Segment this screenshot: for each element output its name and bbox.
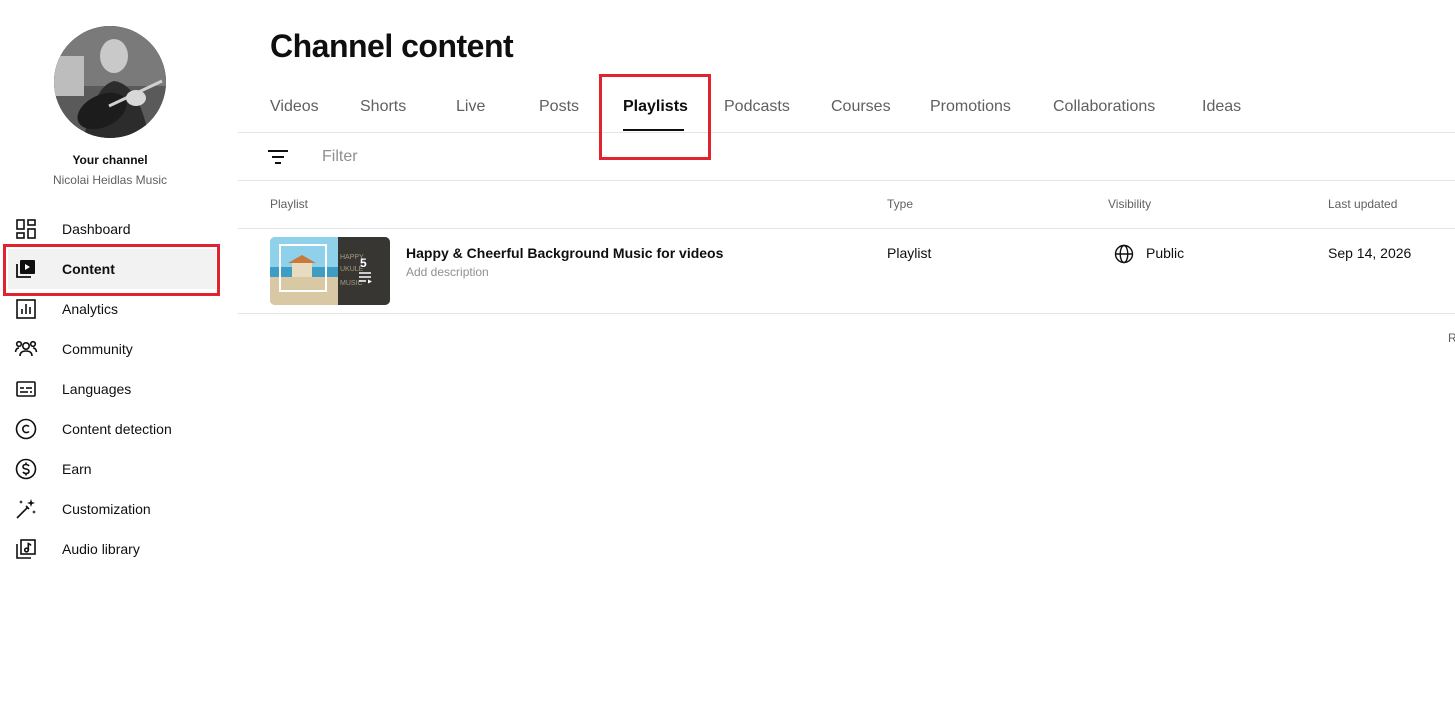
highlight-box-playlists-tab	[599, 74, 711, 160]
playlist-thumbnail[interactable]: HAPPY UKULE MUSIC 5	[270, 237, 390, 305]
sidebar: Your channel Nicolai Heidlas Music Dashb…	[0, 0, 238, 704]
sidebar-item-earn[interactable]: Earn	[0, 449, 238, 489]
column-header-playlist: Playlist	[270, 197, 309, 211]
sidebar-item-label: Audio library	[62, 541, 140, 557]
earn-icon	[14, 457, 38, 481]
sidebar-item-customization[interactable]: Customization	[0, 489, 238, 529]
playlist-last-updated: Sep 14, 2026	[1328, 245, 1412, 261]
sidebar-item-content-detection[interactable]: Content detection	[0, 409, 238, 449]
column-header-visibility: Visibility	[1108, 197, 1152, 211]
sidebar-item-label: Analytics	[62, 301, 119, 317]
tab-videos[interactable]: Videos	[270, 98, 319, 116]
column-header-type: Type	[887, 197, 914, 211]
video-count: 5	[360, 256, 367, 270]
main-content: Channel content Videos Shorts Live Posts…	[238, 0, 1455, 704]
page-title: Channel content	[270, 28, 514, 64]
playlist-description[interactable]: Add description	[406, 265, 489, 279]
playlist-queue-icon	[358, 271, 374, 285]
tab-posts[interactable]: Posts	[539, 98, 579, 116]
analytics-icon	[14, 297, 38, 321]
copyright-icon	[14, 417, 38, 441]
sidebar-item-label: Community	[62, 341, 133, 357]
sidebar-item-community[interactable]: Community	[0, 329, 238, 369]
playlist-type: Playlist	[887, 245, 932, 261]
highlight-box-content	[3, 244, 220, 296]
your-channel-label: Your channel	[72, 153, 148, 167]
tab-bar: Videos Shorts Live Posts Playlists Podca…	[238, 83, 1455, 133]
sidebar-item-label: Dashboard	[62, 221, 131, 237]
column-header-last-updated[interactable]: Last updated	[1328, 197, 1397, 211]
tab-live[interactable]: Live	[456, 98, 485, 116]
filter-bar	[238, 133, 1455, 181]
filter-icon[interactable]	[268, 148, 288, 166]
tab-shorts[interactable]: Shorts	[360, 98, 406, 116]
tab-podcasts[interactable]: Podcasts	[724, 98, 790, 116]
audio-library-icon	[14, 537, 38, 561]
dashboard-icon	[14, 217, 38, 241]
sidebar-item-dashboard[interactable]: Dashboard	[0, 209, 238, 249]
channel-avatar[interactable]	[54, 26, 166, 138]
pagination-label-partial: R	[1448, 331, 1455, 345]
sidebar-item-label: Content detection	[62, 421, 172, 437]
tab-courses[interactable]: Courses	[831, 98, 891, 116]
table-header: Playlist Type Visibility Last updated	[238, 181, 1455, 229]
magic-wand-icon	[14, 497, 38, 521]
playlist-title[interactable]: Happy & Cheerful Background Music for vi…	[406, 245, 723, 261]
sidebar-item-audio-library[interactable]: Audio library	[0, 529, 238, 569]
tab-collaborations[interactable]: Collaborations	[1053, 98, 1155, 116]
sidebar-item-label: Languages	[62, 381, 132, 397]
community-icon	[14, 337, 38, 361]
table-row[interactable]: HAPPY UKULE MUSIC 5 Happy & Cheerful Bac…	[238, 229, 1455, 314]
sidebar-item-languages[interactable]: Languages	[0, 369, 238, 409]
tab-ideas[interactable]: Ideas	[1202, 98, 1241, 116]
sidebar-item-label: Earn	[62, 461, 92, 477]
languages-icon	[14, 377, 38, 401]
playlist-visibility[interactable]: Public	[1146, 245, 1184, 261]
tab-promotions[interactable]: Promotions	[930, 98, 1011, 116]
sidebar-item-label: Customization	[62, 501, 151, 517]
globe-icon	[1114, 244, 1134, 264]
channel-name: Nicolai Heidlas Music	[52, 173, 168, 187]
